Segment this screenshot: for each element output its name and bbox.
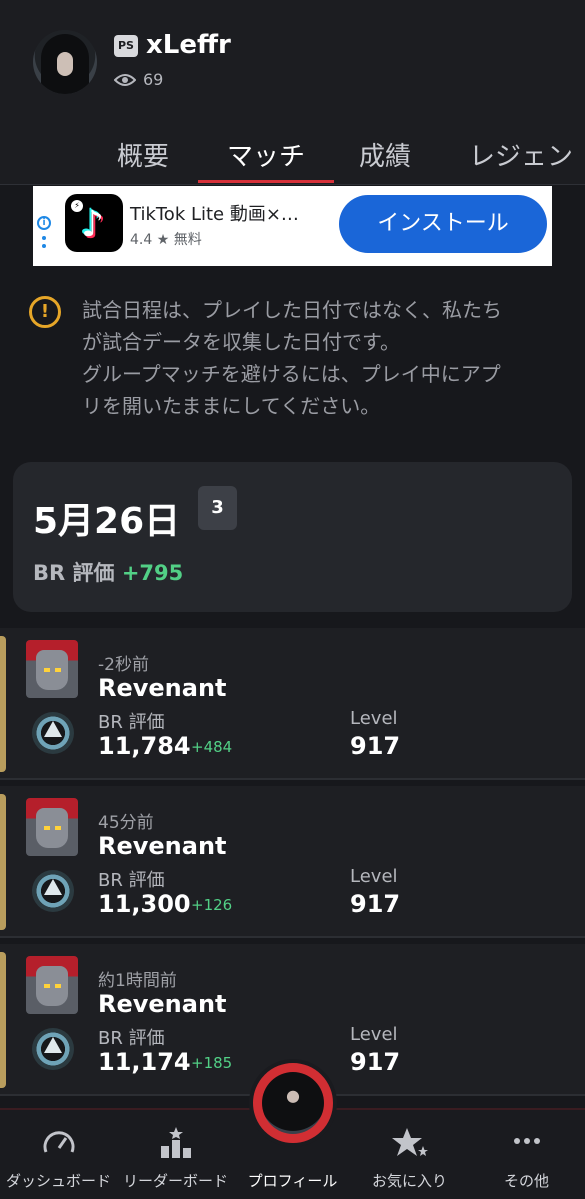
rank-badge-icon xyxy=(32,870,74,912)
speedometer-icon xyxy=(43,1131,74,1153)
br-value: 11,784 xyxy=(98,732,191,760)
eye-icon xyxy=(114,74,136,86)
row-divider xyxy=(0,936,585,938)
notice-line: 試合日程は、プレイした日付ではなく、私たち xyxy=(82,298,502,322)
level-value: 917 xyxy=(350,732,401,760)
playstation-icon: PS xyxy=(114,35,138,57)
revenant-portrait-icon xyxy=(26,798,78,856)
header-divider xyxy=(0,184,585,185)
day-rating-label: BR 評価 xyxy=(33,561,115,585)
nav-favorites[interactable]: お気に入り xyxy=(351,1110,468,1199)
legend-name: Revenant xyxy=(98,832,227,860)
avatar[interactable] xyxy=(33,30,97,94)
nav-dashboard[interactable]: ダッシュボード xyxy=(0,1110,117,1199)
rank-badge-icon xyxy=(32,1028,74,1070)
match-time: 約1時間前 xyxy=(98,971,177,991)
level-label: Level xyxy=(350,708,398,729)
stars-icon xyxy=(391,1128,428,1156)
match-accent-bar xyxy=(0,794,6,930)
avatar xyxy=(262,1072,324,1134)
tab-matches[interactable]: マッチ xyxy=(227,136,305,173)
level-value: 917 xyxy=(350,1048,401,1076)
nav-label: プロフィール xyxy=(247,1172,338,1190)
match-count-badge: 3 xyxy=(198,486,237,530)
tiktok-logo-icon[interactable]: ⚡ ♪ xyxy=(65,194,123,252)
br-gain: +185 xyxy=(191,1054,233,1072)
legend-name: Revenant xyxy=(98,674,227,702)
nav-more[interactable]: その他 xyxy=(468,1110,585,1199)
username: xLeffr xyxy=(146,30,231,60)
br-value: 11,300 xyxy=(98,890,191,918)
leaderboard-icon xyxy=(160,1127,191,1158)
legend-name: Revenant xyxy=(98,990,227,1018)
warning-icon: ! xyxy=(29,296,61,328)
day-summary-card: 5月26日 3 BR 評価 +795 xyxy=(13,462,572,612)
nav-label: ダッシュボード xyxy=(5,1172,111,1190)
ad-rating: 4.4 ★ 無料 xyxy=(130,232,202,248)
br-label: BR 評価 xyxy=(98,1028,165,1049)
level-value: 917 xyxy=(350,890,401,918)
active-tab-indicator xyxy=(198,180,334,183)
row-divider xyxy=(0,778,585,780)
ad-title[interactable]: TikTok Lite 動画×… xyxy=(130,200,299,226)
revenant-portrait-icon xyxy=(26,640,78,698)
nav-label: リーダーボード xyxy=(122,1172,228,1190)
tab-legends[interactable]: レジェン xyxy=(469,136,573,173)
view-count: 69 xyxy=(143,70,164,89)
tab-bar: 概要 マッチ 成績 レジェン xyxy=(0,120,585,184)
match-time: 45分前 xyxy=(98,813,154,833)
match-accent-bar xyxy=(0,952,6,1088)
notice-line: リを開いたままにしてください。 xyxy=(82,394,381,418)
notice-line: グループマッチを避けるには、プレイ中にアプ xyxy=(82,362,501,386)
day-rating: BR 評価 +795 xyxy=(33,557,183,587)
nav-label: お気に入り xyxy=(371,1172,447,1190)
tab-stats[interactable]: 成績 xyxy=(359,136,411,173)
br-label: BR 評価 xyxy=(98,870,165,891)
level-label: Level xyxy=(350,1024,398,1045)
level-label: Level xyxy=(350,866,398,887)
rank-badge-icon xyxy=(32,712,74,754)
nav-label: その他 xyxy=(503,1172,549,1190)
notice-line: が試合データを収集した日付です。 xyxy=(82,330,400,354)
more-icon xyxy=(513,1138,540,1144)
match-accent-bar xyxy=(0,636,6,772)
day-rating-gain: +795 xyxy=(121,561,184,585)
br-gain: +484 xyxy=(191,738,233,756)
day-date: 5月26日 xyxy=(33,501,181,542)
notice-text: 試合日程は、プレイした日付ではなく、私たち が試合データを収集した日付です。 グ… xyxy=(82,294,562,422)
revenant-portrait-icon xyxy=(26,956,78,1014)
match-row[interactable]: -2秒前 Revenant BR 評価 11,784 +484 Level 91… xyxy=(0,628,585,780)
profile-nav-avatar[interactable] xyxy=(249,1059,337,1147)
br-label: BR 評価 xyxy=(98,712,165,733)
tab-overview[interactable]: 概要 xyxy=(117,136,169,173)
install-button[interactable]: インストール xyxy=(339,195,547,253)
br-value: 11,174 xyxy=(98,1048,191,1076)
profile-header: PS xLeffr 69 概要 マッチ 成績 レジェン xyxy=(0,0,585,185)
ad-info-icon[interactable]: i xyxy=(37,216,51,230)
match-time: -2秒前 xyxy=(98,655,149,675)
match-row[interactable]: 45分前 Revenant BR 評価 11,300 +126 Level 91… xyxy=(0,786,585,938)
ad-menu-icon[interactable] xyxy=(42,236,46,252)
br-gain: +126 xyxy=(191,896,233,914)
ad-banner[interactable]: i ⚡ ♪ TikTok Lite 動画×… 4.4 ★ 無料 インストール xyxy=(33,186,552,266)
nav-leaderboard[interactable]: リーダーボード xyxy=(117,1110,234,1199)
